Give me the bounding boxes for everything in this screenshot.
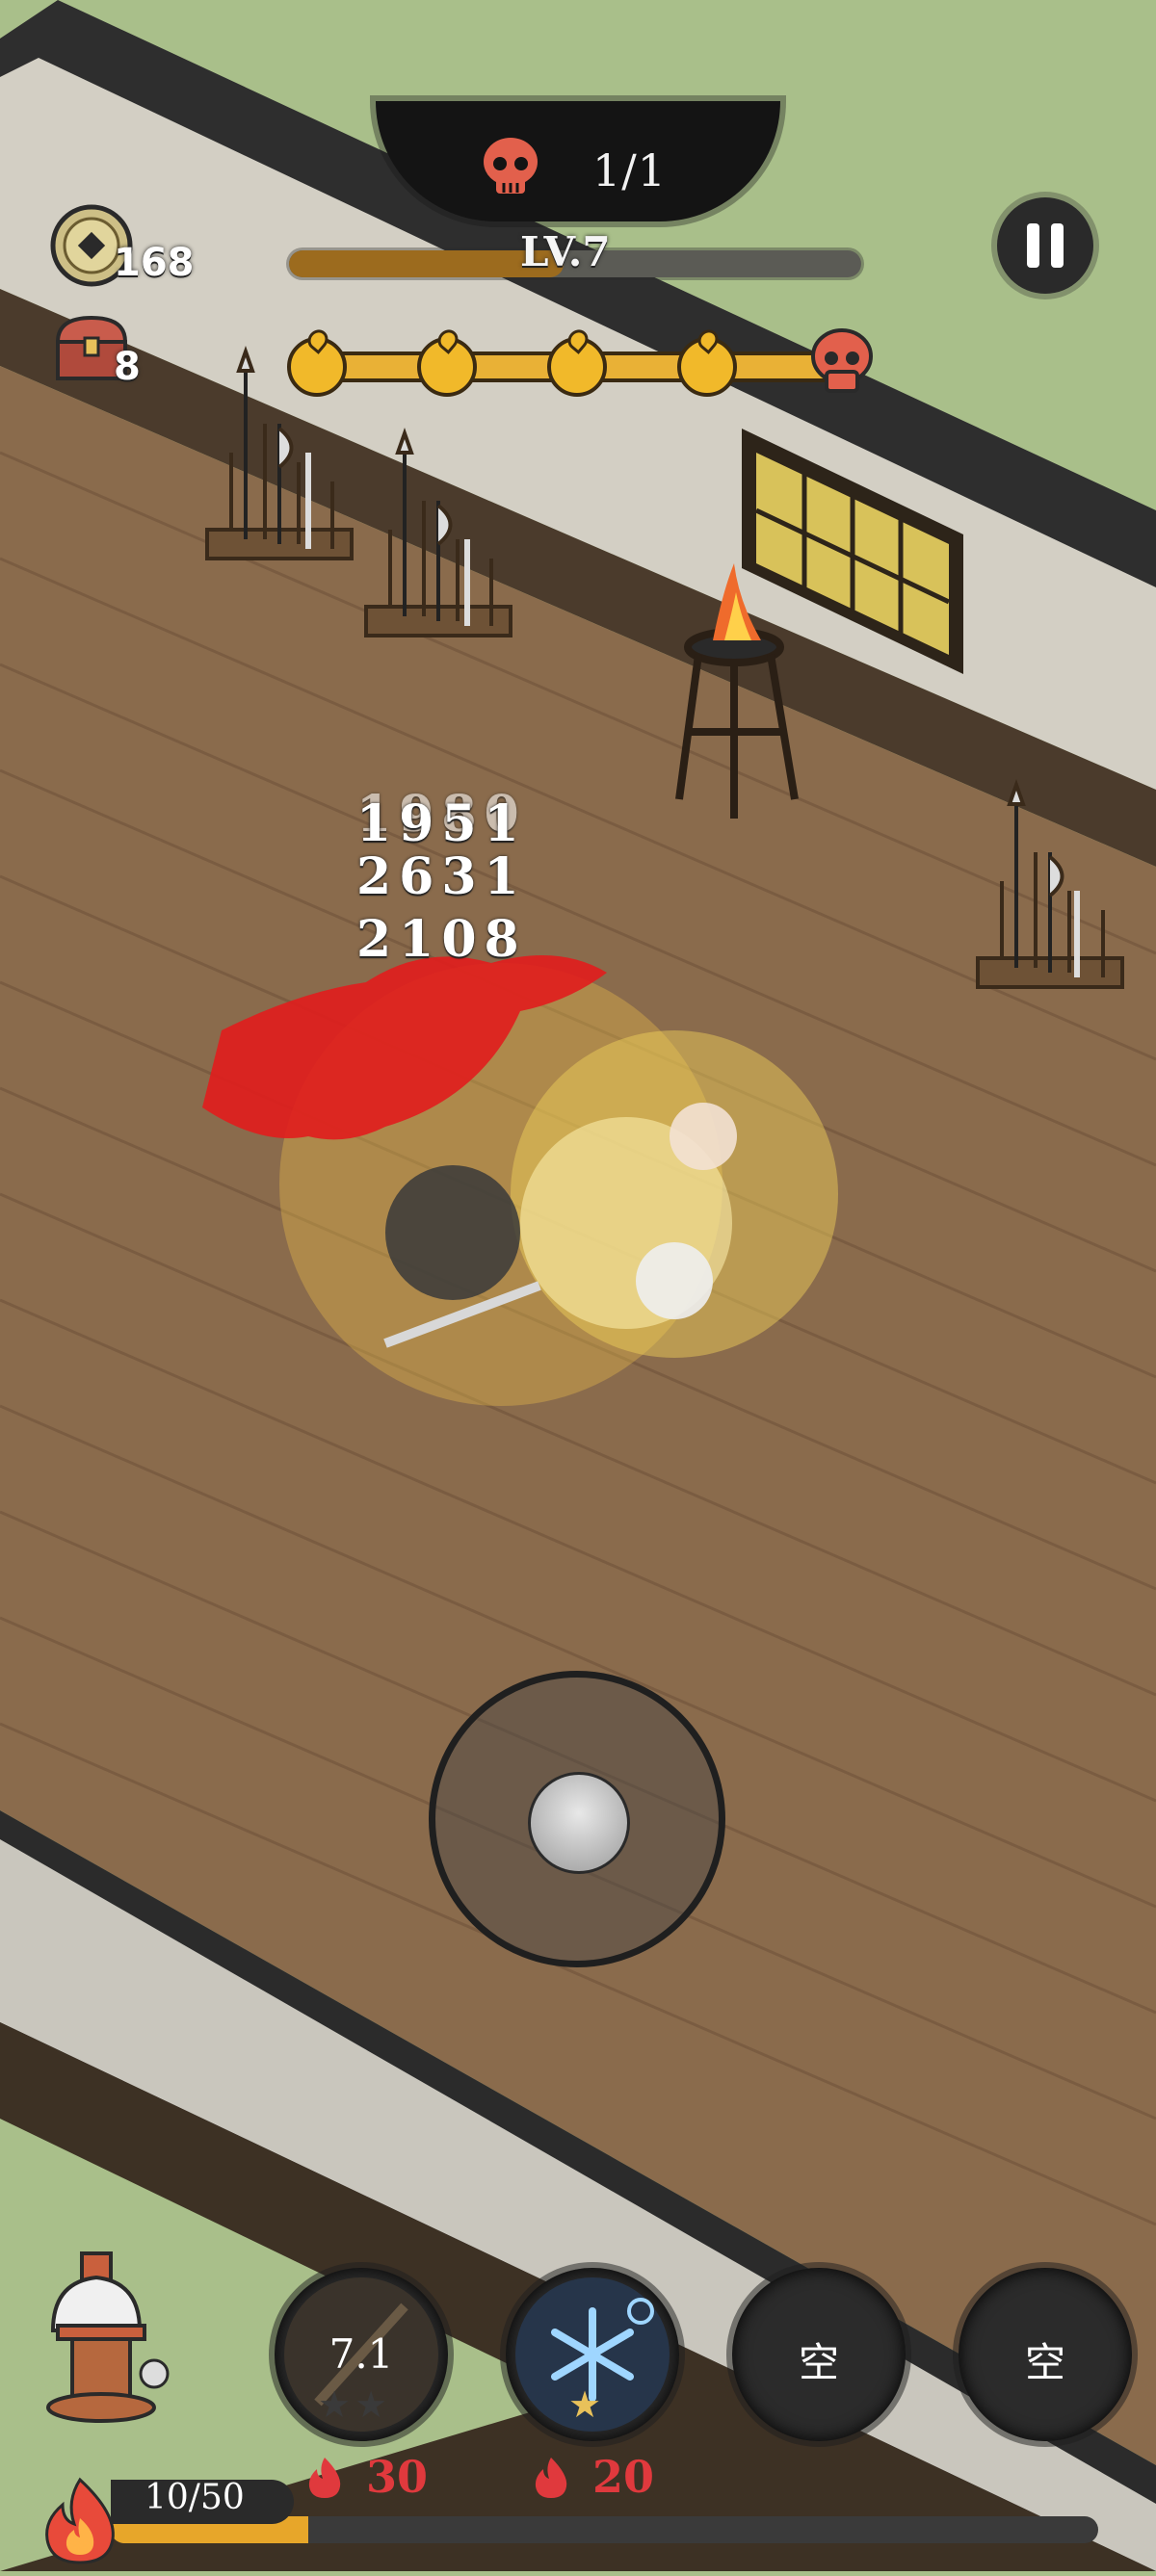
flame-icon bbox=[45, 2477, 115, 2564]
skill-cost: 30 bbox=[366, 2451, 429, 2503]
skill-stars: ★ bbox=[568, 2385, 606, 2426]
damage-number: 2108 bbox=[356, 910, 527, 969]
wave-node bbox=[417, 337, 477, 397]
empty-slot-label: 空 bbox=[1024, 2339, 1065, 2386]
damage-number: 2631 bbox=[356, 847, 527, 906]
level-label: LV.7 bbox=[520, 228, 611, 275]
fire-icon bbox=[535, 2458, 567, 2498]
pause-icon bbox=[1027, 223, 1039, 268]
boss-wave-skull-icon bbox=[811, 328, 873, 393]
boss-counter-panel bbox=[376, 101, 780, 221]
turret-icon[interactable] bbox=[39, 2249, 183, 2432]
boss-counter: 1/1 bbox=[592, 144, 668, 196]
wave-node bbox=[547, 337, 607, 397]
empty-slot-label: 空 bbox=[798, 2339, 839, 2386]
joystick-knob[interactable] bbox=[528, 1772, 630, 1874]
fire-icon bbox=[308, 2458, 341, 2498]
skill-cooldown: 7.1 bbox=[328, 2330, 394, 2378]
skill-stars: ★★ bbox=[318, 2385, 392, 2426]
wave-node bbox=[677, 337, 737, 397]
skull-icon bbox=[484, 138, 538, 194]
wave-node bbox=[287, 337, 347, 397]
damage-number: 1951 bbox=[356, 794, 527, 853]
skill-cost: 20 bbox=[592, 2451, 655, 2503]
coin-count: 168 bbox=[114, 241, 195, 285]
pause-button[interactable] bbox=[997, 197, 1093, 294]
chest-count: 8 bbox=[114, 345, 141, 389]
experience-text: 10/50 bbox=[144, 2478, 245, 2517]
